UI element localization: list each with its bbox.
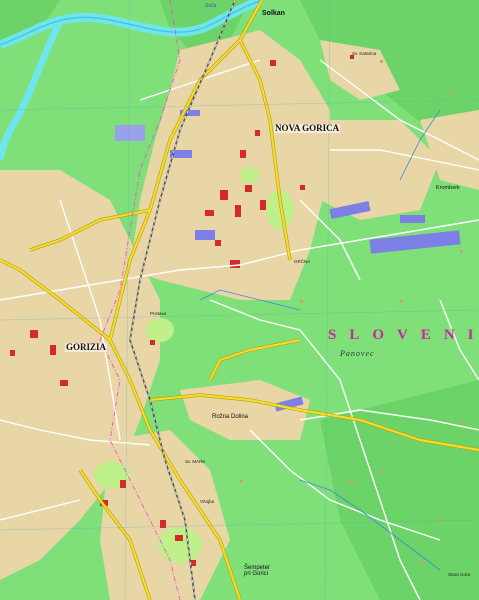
map-graphics (0, 0, 479, 600)
river-label-soca: Soča (205, 3, 217, 9)
place-label-vrtojba: Vrtojba (200, 499, 215, 504)
place-label-panovec: Panovec (340, 349, 375, 358)
place-label-nova-gorica: NOVA GORICA (274, 123, 341, 133)
place-label-solkan: Solkan (262, 10, 285, 17)
place-label-pristava: Pristava (150, 311, 167, 316)
place-label-kromberk: Kromberk (436, 185, 460, 191)
place-label-sempeter: Šempeter pri Gorici (244, 565, 271, 577)
place-label-gorizia: GORIZIA (65, 342, 108, 352)
place-label-rozna-dolina: Rožna Dolina (212, 414, 249, 420)
place-label-sv-katarina: Sv. Katarina (352, 51, 377, 56)
place-label-sv-mark: Sv. MARK (185, 459, 206, 464)
place-label-grcna: GRČNA (294, 259, 311, 264)
country-label: SLOVENIJA (328, 327, 479, 343)
place-label-stara-gora: Stara Gora (448, 572, 471, 577)
map-canvas[interactable]: Solkan NOVA GORICA GORIZIA Rožna Dolina … (0, 0, 479, 600)
